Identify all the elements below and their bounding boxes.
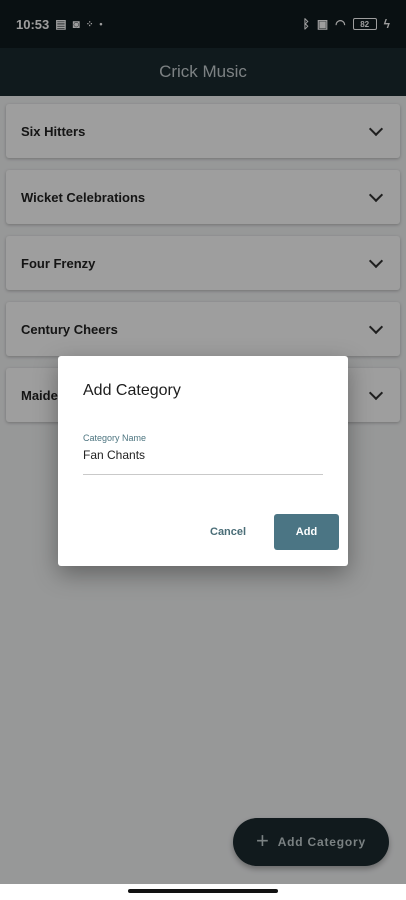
input-underline (83, 474, 323, 475)
home-indicator[interactable] (128, 889, 278, 893)
add-category-dialog: Add Category Category Name Fan Chants Ca… (58, 356, 348, 566)
cancel-button[interactable]: Cancel (210, 526, 246, 538)
category-name-label: Category Name (83, 433, 147, 443)
category-name-input[interactable]: Fan Chants (83, 448, 145, 462)
add-button-label: Add (295, 526, 318, 538)
navigation-bar (0, 884, 406, 900)
dialog-title: Add Category (83, 382, 181, 399)
add-button[interactable]: Add (274, 514, 339, 550)
